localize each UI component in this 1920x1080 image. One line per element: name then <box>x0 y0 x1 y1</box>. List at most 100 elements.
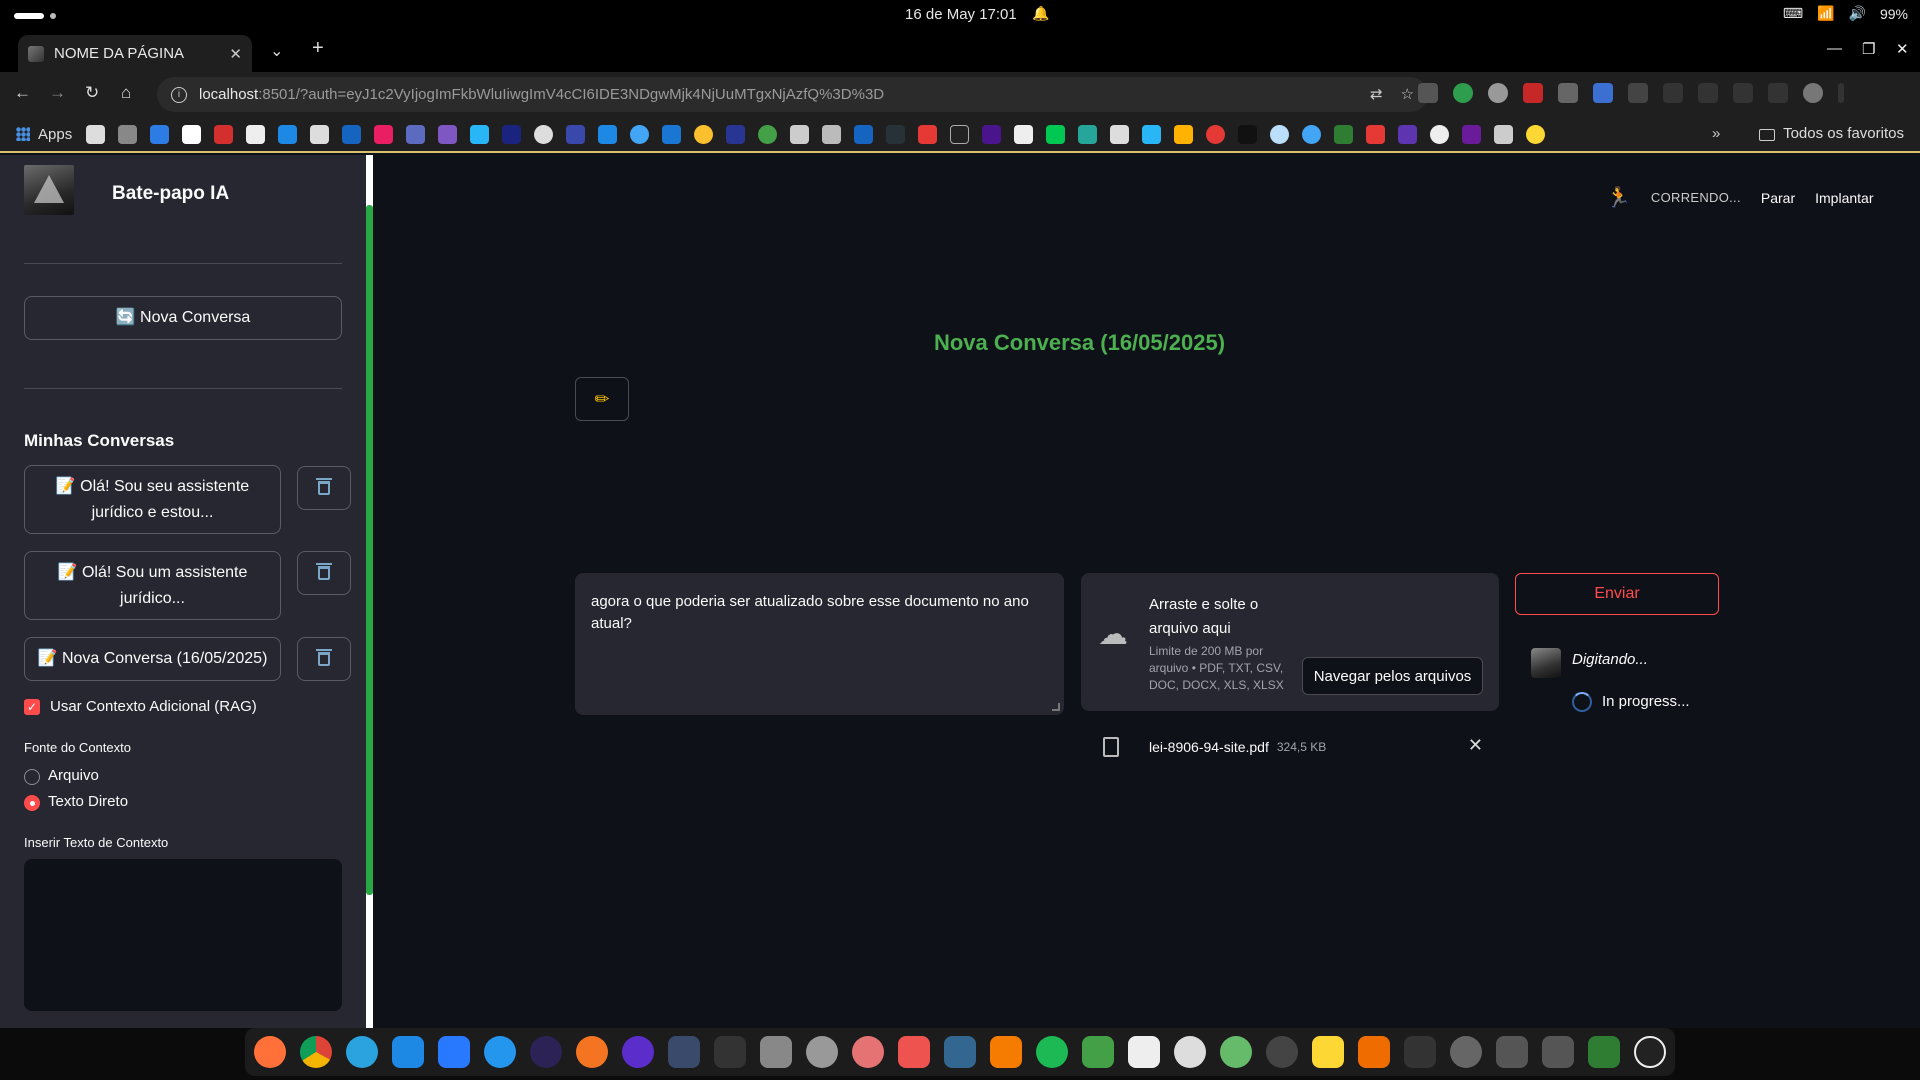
app-icon[interactable] <box>1128 1036 1160 1068</box>
radio-arquivo[interactable] <box>24 769 40 785</box>
resize-grip-icon[interactable] <box>1052 703 1060 711</box>
spotify-icon[interactable] <box>1036 1036 1068 1068</box>
drive-icon[interactable] <box>1542 1036 1574 1068</box>
app-icon[interactable] <box>1082 1036 1114 1068</box>
bookmark-icon[interactable] <box>278 124 298 144</box>
bookmark-icon[interactable] <box>438 124 458 144</box>
bookmark-icon[interactable] <box>246 124 266 144</box>
bookmark-icon[interactable] <box>886 124 906 144</box>
eclipse-icon[interactable] <box>530 1036 562 1068</box>
bookmark-icon[interactable] <box>86 124 106 144</box>
bookmark-icon[interactable] <box>1238 124 1258 144</box>
bookmark-icon[interactable] <box>1398 124 1418 144</box>
bookmark-icon[interactable] <box>1142 124 1162 144</box>
bookmark-icon[interactable] <box>214 124 234 144</box>
extension-icon[interactable] <box>1558 83 1578 103</box>
terminal-icon[interactable] <box>1404 1036 1436 1068</box>
bookmark-icon[interactable] <box>534 124 554 144</box>
forward-icon[interactable]: → <box>49 83 66 103</box>
os-clock[interactable]: 16 de May 17:01 <box>905 6 1017 23</box>
bookmark-icon[interactable] <box>598 124 618 144</box>
telegram-icon[interactable] <box>346 1036 378 1068</box>
bookmark-icon[interactable] <box>310 124 330 144</box>
remove-file-icon[interactable]: ✕ <box>1468 735 1483 756</box>
new-tab-icon[interactable]: + <box>312 37 324 60</box>
bookmark-icon[interactable] <box>1206 124 1226 144</box>
notification-bell-icon[interactable]: 🔔 <box>1032 5 1049 22</box>
postgres-icon[interactable] <box>944 1036 976 1068</box>
radio-texto-direto-label[interactable]: Texto Direto <box>48 793 128 810</box>
app-icon[interactable] <box>1358 1036 1390 1068</box>
extension-icon[interactable] <box>1523 83 1543 103</box>
delete-chat-button[interactable] <box>297 466 351 510</box>
bookmark-icon[interactable] <box>1334 124 1354 144</box>
firefox-icon[interactable] <box>254 1036 286 1068</box>
delete-chat-button[interactable] <box>297 637 351 681</box>
code-icon[interactable] <box>1733 83 1753 103</box>
context-textarea[interactable] <box>24 859 342 1011</box>
file-dropzone[interactable]: ☁ Arraste e solte o arquivo aqui Limite … <box>1081 573 1499 711</box>
wifi-icon[interactable]: 📶 <box>1817 5 1834 22</box>
delete-chat-button[interactable] <box>297 551 351 595</box>
minimize-icon[interactable]: — <box>1827 40 1842 57</box>
notes-icon[interactable] <box>1312 1036 1344 1068</box>
chat-item[interactable]: 📝 Olá! Sou um assistente jurídico... <box>24 551 281 620</box>
extension-icon[interactable] <box>1453 83 1473 103</box>
restore-icon[interactable]: ❐ <box>1862 40 1875 58</box>
bookmark-icon[interactable] <box>1014 124 1034 144</box>
reload-icon[interactable]: ↻ <box>85 83 99 103</box>
obs-icon[interactable] <box>1266 1036 1298 1068</box>
bookmark-icon[interactable] <box>566 124 586 144</box>
edit-title-button[interactable]: ✏ <box>575 377 629 421</box>
bookmark-icon[interactable] <box>182 124 202 144</box>
bookmark-icon[interactable] <box>1110 124 1130 144</box>
bookmark-icon[interactable] <box>758 124 778 144</box>
app-icon[interactable] <box>1174 1036 1206 1068</box>
bookmark-icon[interactable] <box>374 124 394 144</box>
show-apps-icon[interactable] <box>1634 1036 1666 1068</box>
back-icon[interactable]: ← <box>14 83 31 103</box>
scrollbar-thumb[interactable] <box>366 205 373 895</box>
bookmark-icon[interactable] <box>790 124 810 144</box>
rag-checkbox[interactable]: ✓ <box>24 699 40 715</box>
battery-percent[interactable]: 99% <box>1880 6 1908 22</box>
drive-icon[interactable] <box>1496 1036 1528 1068</box>
bookmark-icon[interactable] <box>854 124 874 144</box>
chat-item[interactable]: 📝 Olá! Sou seu assistente jurídico e est… <box>24 465 281 534</box>
deploy-button[interactable]: Implantar <box>1815 190 1873 206</box>
star-icon[interactable] <box>1768 83 1788 103</box>
bookmark-icon[interactable] <box>150 124 170 144</box>
rag-checkbox-label[interactable]: Usar Contexto Adicional (RAG) <box>50 698 257 715</box>
intellij-icon[interactable] <box>438 1036 470 1068</box>
close-tab-icon[interactable]: ✕ <box>229 45 242 63</box>
apps-shortcut[interactable]: Apps <box>16 126 72 143</box>
bookmark-icon[interactable] <box>118 124 138 144</box>
message-input[interactable]: agora o que poderia ser atualizado sobre… <box>575 573 1064 715</box>
all-bookmarks[interactable]: Todos os favoritos <box>1759 125 1904 142</box>
postman-icon[interactable] <box>576 1036 608 1068</box>
browse-files-button[interactable]: Navegar pelos arquivos <box>1302 657 1483 695</box>
volume-icon[interactable]: 🔊 <box>1849 5 1866 22</box>
chat-app-icon[interactable] <box>806 1036 838 1068</box>
bookmark-star-icon[interactable]: ☆ <box>1401 85 1414 103</box>
activities-indicator[interactable] <box>14 13 44 19</box>
bookmark-icon[interactable] <box>1430 124 1450 144</box>
puzzle-icon[interactable] <box>1628 83 1648 103</box>
vscode-icon[interactable] <box>392 1036 424 1068</box>
extension-icon[interactable] <box>1418 83 1438 103</box>
bookmark-icon[interactable] <box>822 124 842 144</box>
bookmark-icon[interactable] <box>982 124 1002 144</box>
bookmark-icon[interactable] <box>1174 124 1194 144</box>
stop-button[interactable]: Parar <box>1761 190 1795 206</box>
radio-arquivo-label[interactable]: Arquivo <box>48 767 99 784</box>
bookmark-icon[interactable] <box>694 124 714 144</box>
send-button[interactable]: Enviar <box>1515 573 1719 615</box>
extension-icon[interactable] <box>1593 83 1613 103</box>
browser-tab[interactable]: NOME DA PÁGINA ✕ <box>18 35 252 72</box>
bookmark-icon[interactable] <box>918 124 938 144</box>
bookmark-icon[interactable] <box>1046 124 1066 144</box>
address-bar[interactable]: i localhost:8501/?auth=eyJ1c2VyIjogImFkb… <box>157 77 1428 112</box>
extension-icon[interactable] <box>1488 83 1508 103</box>
bookmark-icon[interactable] <box>1462 124 1482 144</box>
bookmark-icon[interactable] <box>1494 124 1514 144</box>
